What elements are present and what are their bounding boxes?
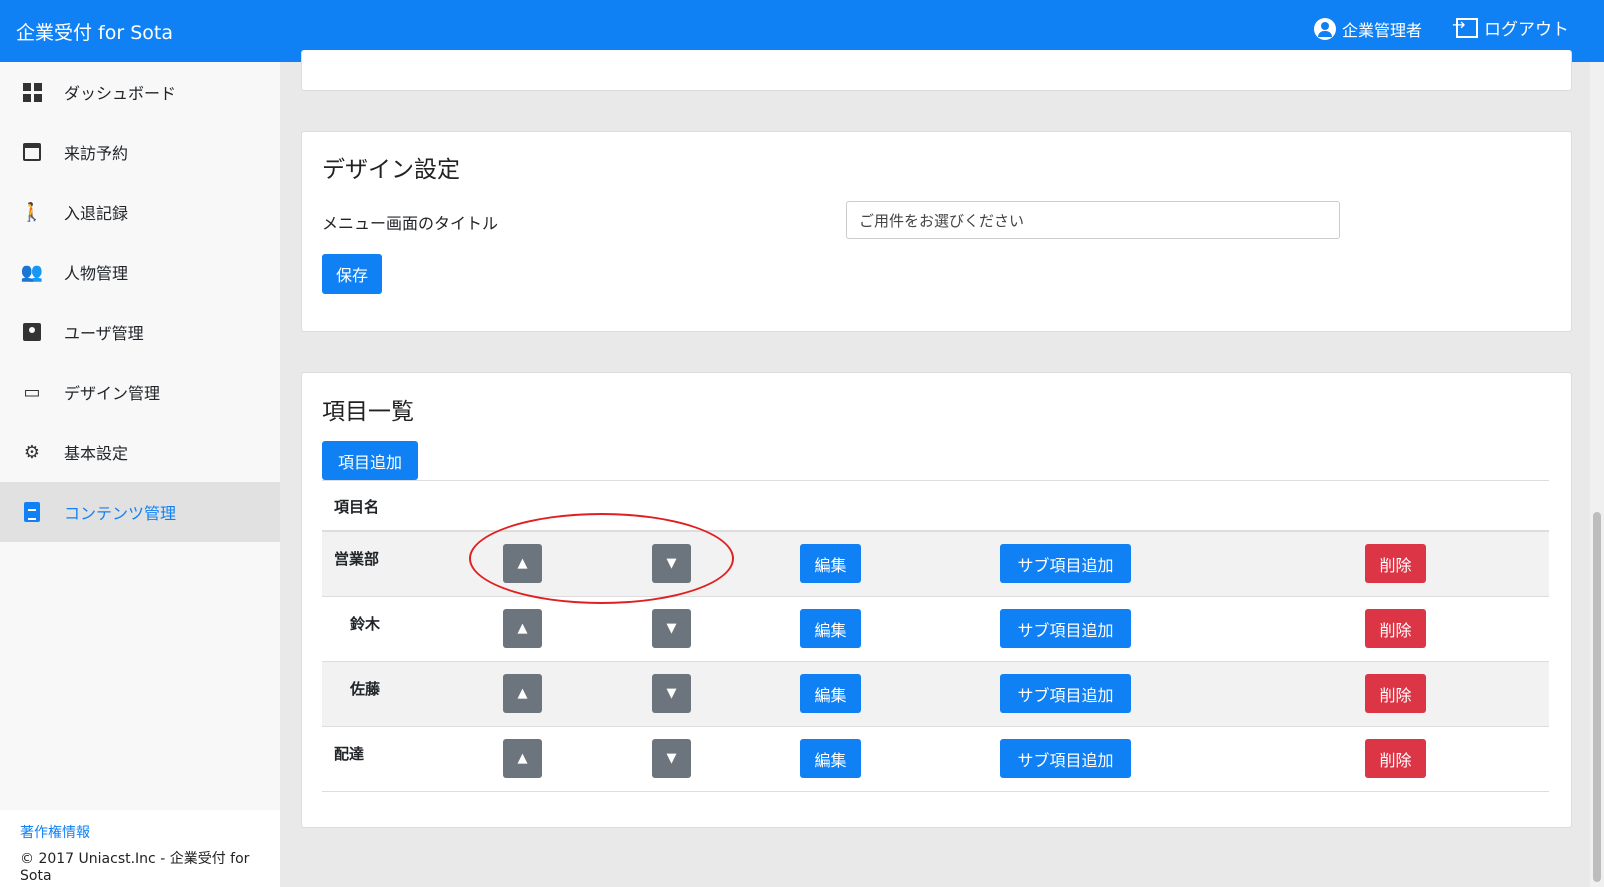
design-settings-title: デザイン設定 [322, 157, 460, 183]
sidebar-item-label: ダッシュボード [64, 84, 177, 103]
devices-icon: ▭ [23, 381, 41, 403]
edit-button[interactable]: 編集 [800, 544, 861, 583]
copyright-link[interactable]: 著作権情報 [20, 822, 280, 842]
sidebar-item-settings[interactable]: ⚙ 基本設定 [0, 422, 280, 482]
move-up-button[interactable]: ▲ [503, 544, 542, 583]
dashboard-icon [22, 82, 42, 102]
add-sub-item-button[interactable]: サブ項目追加 [1000, 544, 1131, 583]
add-item-button[interactable]: 項目追加 [322, 441, 418, 480]
item-name: 配達 [334, 745, 365, 763]
item-name: 営業部 [334, 550, 380, 568]
sidebar-item-entry-log[interactable]: 🚶 入退記録 [0, 182, 280, 242]
sidebar-item-reservations[interactable]: 来訪予約 [0, 122, 280, 182]
logout-icon [1452, 15, 1478, 38]
sidebar-item-people[interactable]: 👥 人物管理 [0, 242, 280, 302]
user-menu[interactable]: 企業管理者 [1314, 17, 1422, 41]
sidebar-item-label: デザイン管理 [64, 384, 161, 403]
save-button[interactable]: 保存 [322, 254, 382, 294]
add-sub-item-button[interactable]: サブ項目追加 [1000, 739, 1131, 778]
copyright-text: © 2017 Uniacst.Inc - 企業受付 for Sota [20, 851, 250, 884]
account-circle-icon [1314, 18, 1336, 40]
sidebar-item-label: 基本設定 [64, 444, 129, 463]
sidebar: ダッシュボード 来訪予約 🚶 入退記録 👥 人物管理 ユーザ管理 ▭ デザイン管… [0, 62, 280, 887]
sidebar-item-label: ユーザ管理 [64, 324, 144, 343]
clipboard-icon [22, 502, 42, 522]
edit-button[interactable]: 編集 [800, 674, 861, 713]
sidebar-item-users[interactable]: ユーザ管理 [0, 302, 280, 362]
account-box-icon [22, 322, 42, 342]
sidebar-item-label: 来訪予約 [64, 144, 129, 163]
item-name: 佐藤 [350, 680, 381, 698]
calendar-icon [22, 142, 42, 162]
user-label: 企業管理者 [1342, 21, 1423, 40]
delete-button[interactable]: 削除 [1365, 739, 1426, 778]
move-down-button[interactable]: ▼ [652, 739, 691, 778]
sidebar-item-design[interactable]: ▭ デザイン管理 [0, 362, 280, 422]
add-sub-item-button[interactable]: サブ項目追加 [1000, 609, 1131, 648]
move-down-button[interactable]: ▼ [652, 609, 691, 648]
delete-button[interactable]: 削除 [1365, 674, 1426, 713]
move-up-button[interactable]: ▲ [503, 674, 542, 713]
delete-button[interactable]: 削除 [1365, 609, 1426, 648]
edit-button[interactable]: 編集 [800, 609, 861, 648]
sidebar-item-label: 入退記録 [64, 204, 129, 223]
item-name: 鈴木 [350, 615, 381, 633]
move-up-button[interactable]: ▲ [503, 739, 542, 778]
table-header: 項目名 [322, 480, 1549, 532]
add-sub-item-button[interactable]: サブ項目追加 [1000, 674, 1131, 713]
move-down-button[interactable]: ▼ [652, 674, 691, 713]
delete-button[interactable]: 削除 [1365, 544, 1426, 583]
gear-icon: ⚙ [23, 441, 41, 463]
move-up-button[interactable]: ▲ [503, 609, 542, 648]
walking-icon: 🚶 [20, 201, 44, 223]
menu-title-label: メニュー画面のタイトル [322, 214, 499, 233]
edit-button[interactable]: 編集 [800, 739, 861, 778]
menu-title-input[interactable] [846, 201, 1340, 239]
sidebar-item-contents[interactable]: コンテンツ管理 [0, 482, 280, 542]
logout-label: ログアウト [1484, 20, 1569, 40]
previous-card [301, 50, 1572, 91]
sidebar-footer: 著作権情報 © 2017 Uniacst.Inc - 企業受付 for Sota [0, 810, 280, 887]
item-list-title: 項目一覧 [322, 399, 414, 425]
sidebar-item-label: コンテンツ管理 [64, 504, 177, 523]
move-down-button[interactable]: ▼ [652, 544, 691, 583]
scrollbar-thumb[interactable] [1593, 512, 1601, 882]
people-icon: 👥 [20, 261, 44, 283]
page-scrollbar[interactable] [1590, 62, 1604, 887]
sidebar-item-label: 人物管理 [64, 264, 129, 283]
sidebar-item-dashboard[interactable]: ダッシュボード [0, 62, 280, 122]
logout-link[interactable]: ログアウト [1452, 15, 1569, 41]
app-brand[interactable]: 企業受付 for Sota [16, 18, 173, 45]
column-header-name: 項目名 [334, 498, 380, 516]
